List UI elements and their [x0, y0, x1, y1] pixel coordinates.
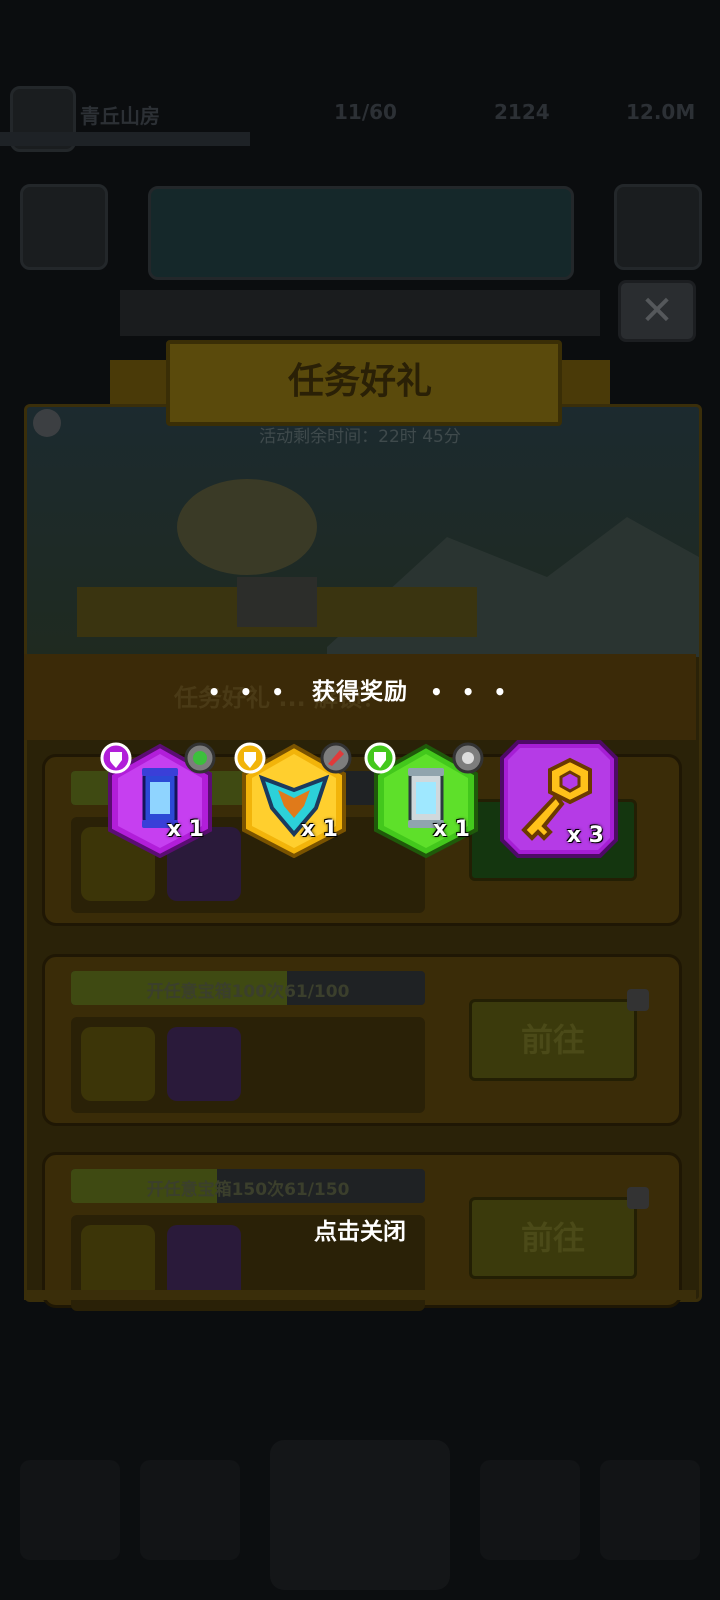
nav-item[interactable] [600, 1460, 700, 1560]
reward-item: x 1 [232, 738, 356, 859]
menu-button[interactable] [20, 184, 108, 270]
nav-item[interactable] [480, 1460, 580, 1560]
reward-item: x 3 [500, 740, 618, 858]
resource-gems: 2124 [494, 100, 550, 124]
dim-headline [120, 290, 600, 336]
task-card: 开任意宝箱100次61/100 前往 [42, 954, 682, 1126]
resource-coins: 12.0M [626, 100, 696, 124]
rewards-title: 获得奖励 [312, 679, 408, 705]
go-button-label: 前往 [520, 1021, 585, 1059]
event-timer: 活动剩余时间：22时 45分 [259, 427, 461, 447]
rewards-title-row: • • • 获得奖励 • • • [0, 672, 720, 706]
dots-decoration-left: • • • [207, 680, 290, 704]
reward-quantity: x 1 [300, 817, 338, 842]
nav-item[interactable] [140, 1460, 240, 1560]
resource-energy: 11/60 [334, 100, 397, 124]
shop-button[interactable] [614, 184, 702, 270]
key-reward-icon [167, 1027, 241, 1101]
tap-to-close-hint[interactable]: 点击关闭 [0, 1212, 720, 1246]
reward-item: x 1 [364, 738, 488, 859]
chest-reward-icon [81, 1027, 155, 1101]
dim-close-button[interactable]: ✕ [618, 280, 696, 342]
lock-icon [627, 989, 649, 1011]
go-button[interactable]: 前往 [469, 999, 637, 1081]
event-header-bar [148, 186, 574, 280]
level-bar [0, 132, 250, 146]
task-rewards [71, 1017, 425, 1113]
nav-item[interactable] [20, 1460, 120, 1560]
reward-quantity: x 1 [432, 817, 470, 842]
task-progress-bar: 开任意宝箱100次61/100 [71, 971, 425, 1005]
event-title: 任务好礼 [287, 361, 432, 402]
task-progress-bar: 开任意宝箱150次61/150 [71, 1169, 425, 1203]
info-icon [33, 409, 61, 437]
lock-icon [627, 1187, 649, 1209]
reward-quantity: x 3 [566, 823, 604, 848]
task-progress-label: 开任意宝箱100次61/100 [146, 982, 350, 1002]
top-resource-bar: 青丘山房 11/60 2124 12.0M [0, 78, 720, 156]
dots-decoration-right: • • • [430, 680, 513, 704]
panel-bottom-edge [24, 1290, 696, 1300]
bottom-nav-bar [0, 1430, 720, 1600]
player-name: 青丘山房 [80, 104, 160, 128]
reward-item: x 1 [98, 738, 222, 859]
task-progress-label: 开任意宝箱150次61/150 [146, 1180, 350, 1200]
nav-item-center[interactable] [270, 1440, 450, 1590]
reward-quantity: x 1 [166, 817, 204, 842]
